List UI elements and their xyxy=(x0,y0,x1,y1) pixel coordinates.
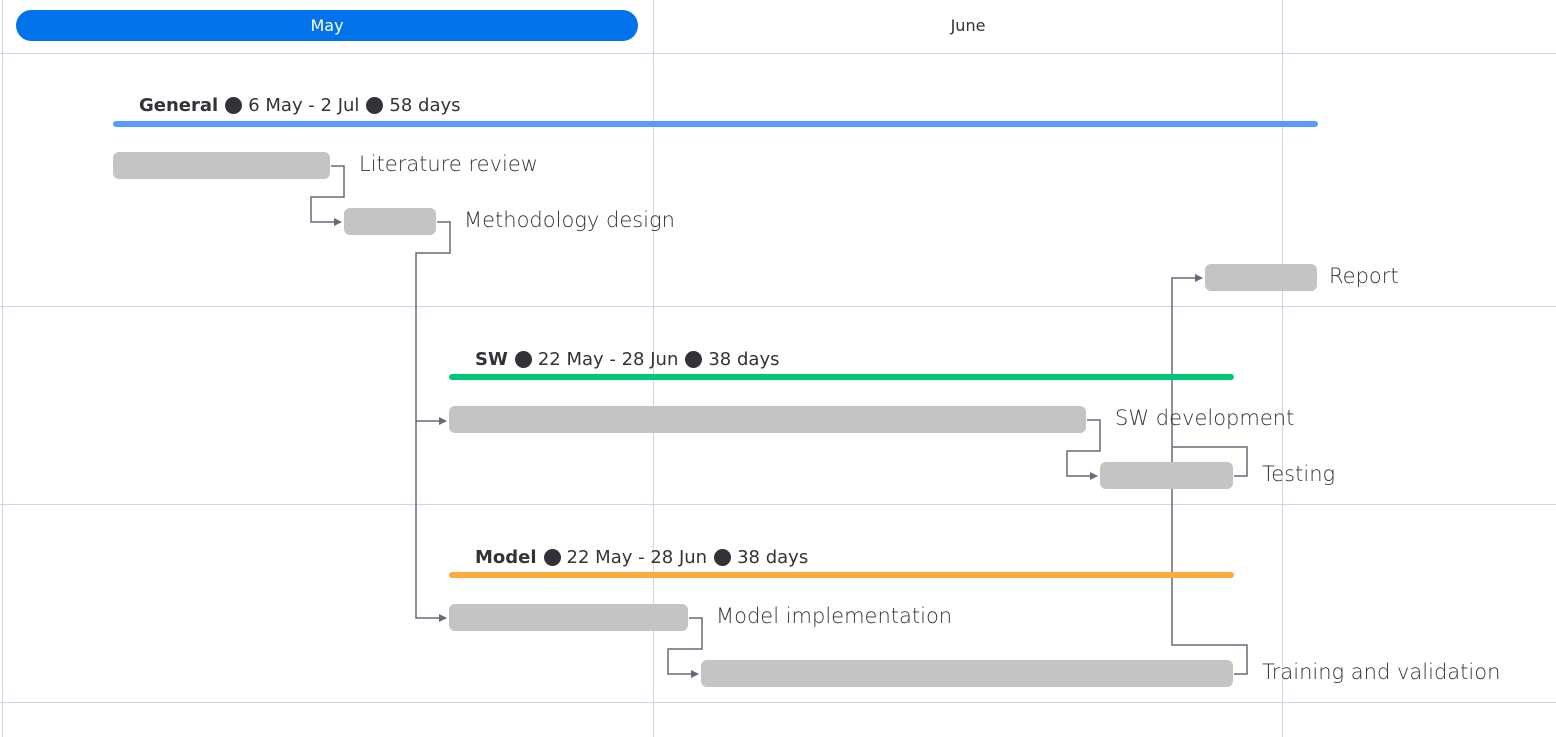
task-bar-report[interactable] xyxy=(1205,264,1317,291)
group-duration: 38 days xyxy=(737,546,809,568)
group-bar-general[interactable] xyxy=(113,121,1318,127)
task-label-methodology-design: Methodology design xyxy=(464,208,675,232)
gantt-chart: May June General 6 May - 2 Jul 58 days L… xyxy=(0,0,1556,737)
group-header-general[interactable]: General 6 May - 2 Jul 58 days xyxy=(139,93,461,117)
group-header-sw[interactable]: SW 22 May - 28 Jun 38 days xyxy=(475,347,779,371)
task-bar-literature-review[interactable] xyxy=(113,152,330,179)
task-label-sw-development: SW development xyxy=(1115,406,1295,430)
month-header-may[interactable]: May xyxy=(16,10,638,41)
dependency-methodology-to-sw-development xyxy=(415,221,451,425)
separator-dot-icon xyxy=(225,96,243,114)
group-duration: 38 days xyxy=(708,348,780,370)
header-divider xyxy=(0,53,1556,54)
group-name: SW xyxy=(475,348,508,370)
separator-dot-icon xyxy=(543,548,561,566)
group-date-range: 22 May - 28 Jun xyxy=(566,546,708,568)
group-divider-sw xyxy=(0,504,1556,505)
task-bar-model-implementation[interactable] xyxy=(449,604,688,631)
group-name: General xyxy=(139,94,219,116)
group-date-range: 6 May - 2 Jul xyxy=(248,94,360,116)
task-label-training-and-validation: Training and validation xyxy=(1262,660,1501,684)
group-bar-model[interactable] xyxy=(449,572,1234,578)
group-divider-general xyxy=(0,306,1556,307)
grid-line-left xyxy=(2,0,3,737)
group-divider-model xyxy=(0,702,1556,703)
group-header-model[interactable]: Model 22 May - 28 Jun 38 days xyxy=(475,545,808,569)
separator-dot-icon xyxy=(685,350,703,368)
task-label-literature-review: Literature review xyxy=(359,152,538,176)
group-duration: 58 days xyxy=(389,94,461,116)
separator-dot-icon xyxy=(366,96,384,114)
dependency-methodology-to-model-implementation xyxy=(415,421,447,622)
task-bar-training-and-validation[interactable] xyxy=(701,660,1233,687)
group-name: Model xyxy=(475,546,537,568)
separator-dot-icon xyxy=(514,350,532,368)
task-bar-methodology-design[interactable] xyxy=(344,208,436,235)
task-bar-testing[interactable] xyxy=(1100,462,1233,489)
task-label-model-implementation: Model implementation xyxy=(716,604,953,628)
month-header-june[interactable]: June xyxy=(654,10,1282,41)
separator-dot-icon xyxy=(714,548,732,566)
group-bar-sw[interactable] xyxy=(449,374,1234,380)
task-label-testing: Testing xyxy=(1262,462,1336,486)
grid-line-july-start xyxy=(1282,0,1283,737)
task-bar-sw-development[interactable] xyxy=(449,406,1086,433)
group-date-range: 22 May - 28 Jun xyxy=(537,348,679,370)
task-label-report: Report xyxy=(1329,264,1399,288)
